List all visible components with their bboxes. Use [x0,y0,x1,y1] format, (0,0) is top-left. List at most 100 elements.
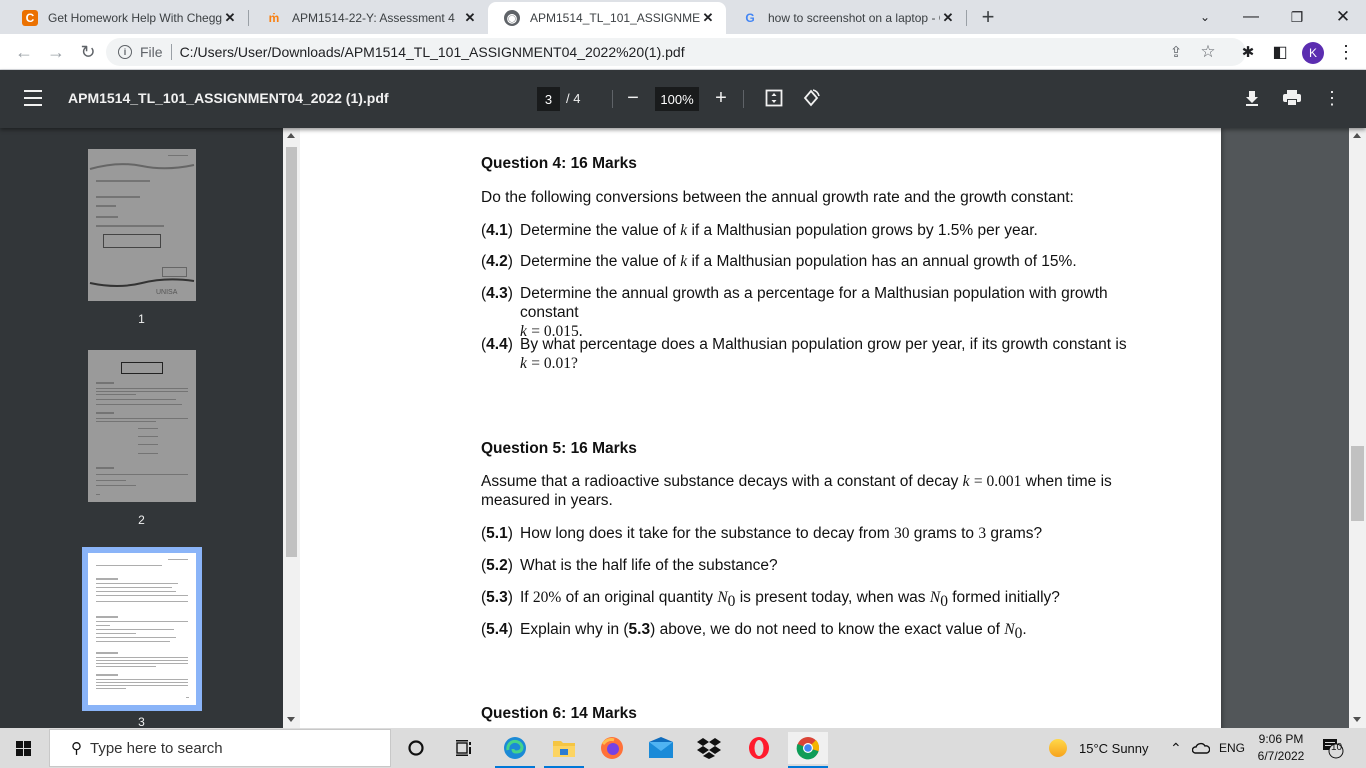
close-tab-icon[interactable]: ✕ [222,10,238,26]
google-icon: G [745,11,755,25]
file-explorer-icon[interactable] [544,732,584,768]
tab-chegg[interactable]: C Get Homework Help With Chegg ✕ [6,2,248,34]
forward-button[interactable]: → [42,38,70,66]
new-tab-button[interactable]: + [976,4,1000,29]
chegg-icon: C [22,10,38,26]
page-number-input[interactable]: 3 [537,87,560,111]
reload-button[interactable]: ↻ [74,38,102,66]
show-hidden-icons-chevron-icon[interactable]: ⌃ [1170,728,1182,768]
browser-menu-icon[interactable]: ⋮ [1332,38,1360,66]
divider [170,44,172,60]
share-icon[interactable]: ⇪ [1162,38,1190,66]
document-scrollbar-thumb[interactable] [1351,446,1364,521]
question-item-5-2: (5.2) What is the half life of the subst… [481,557,778,574]
tab-title: APM1514-22-Y: Assessment 4 [292,11,455,25]
question-item-5-1: (5.1) How long does it take for the subs… [481,525,1043,542]
pdf-toolbar: APM1514_TL_101_ASSIGNMENT04_2022 (1).pdf… [0,70,1366,128]
more-actions-icon[interactable]: ⋮ [1320,86,1344,110]
task-view-icon[interactable] [444,732,484,764]
address-bar[interactable]: i File C:/Users/User/Downloads/APM1514_T… [106,38,1246,66]
print-icon[interactable] [1280,86,1304,110]
page-thumbnail-1[interactable]: UNISA [88,149,196,301]
close-tab-icon[interactable]: ✕ [940,10,956,26]
scheme-label: File [140,44,163,60]
zoom-level-input[interactable]: 100% [655,87,699,111]
scroll-up-arrow-icon[interactable] [1353,133,1361,138]
moodle-icon: ṁ [268,11,280,25]
question-4-intro: Do the following conversions between the… [481,189,1074,206]
system-clock[interactable]: 9:06 PM 6/7/2022 [1250,731,1312,765]
scroll-up-arrow-icon[interactable] [287,133,295,138]
restore-button[interactable]: ❐ [1274,0,1320,34]
windows-taskbar: ⚲ Type here to search 15°C Sunny ⌃ ENG 9… [0,728,1366,768]
divider [743,90,744,108]
browser-toolbar: ← → ↻ i File C:/Users/User/Downloads/APM… [0,34,1366,70]
rotate-icon[interactable] [799,86,823,110]
back-button[interactable]: ← [10,38,38,66]
thumbnail-page-number: 1 [138,312,145,326]
extensions-puzzle-icon[interactable]: ✱ [1234,38,1262,66]
fit-to-page-icon[interactable] [762,86,786,110]
bookmark-star-icon[interactable]: ☆ [1194,38,1222,66]
question-4-heading: Question 4: 16 Marks [481,155,637,172]
tab-assessment[interactable]: ṁ APM1514-22-Y: Assessment 4 ✕ [250,2,488,34]
tab-title: APM1514_TL_101_ASSIGNMENT04_2022 [530,11,700,25]
close-tab-icon[interactable]: ✕ [700,10,716,26]
thumbnail-sidebar: UNISA 1 2 3 [0,128,283,728]
edge-icon[interactable] [495,732,535,768]
weather-widget[interactable]: 15°C Sunny [1048,728,1149,768]
url-text[interactable]: C:/Users/User/Downloads/APM1514_TL_101_A… [180,44,685,60]
minimize-button[interactable]: — [1228,0,1274,34]
divider [612,90,613,108]
weather-text: 15°C Sunny [1079,740,1149,756]
thumbnail-page-number: 3 [138,715,145,728]
question-item-4-3: (4.3) Determine the annual growth as a p… [481,285,1108,340]
onedrive-cloud-icon[interactable] [1192,728,1210,768]
question-item-4-2: (4.2) Determine the value of k if a Malt… [481,253,1077,270]
chrome-icon[interactable] [788,732,828,768]
opera-icon[interactable] [739,732,779,764]
tab-title: how to screenshot on a laptop - Google S… [768,11,940,25]
zoom-out-button[interactable]: − [621,86,645,110]
menu-icon[interactable] [24,90,42,106]
question-5-heading: Question 5: 16 Marks [481,440,637,457]
dropbox-icon[interactable] [689,732,729,764]
clock-time: 9:06 PM [1258,732,1304,746]
language-indicator[interactable]: ENG [1219,728,1245,768]
cortana-icon[interactable] [396,732,436,764]
sidebar-scrollbar-thumb[interactable] [286,147,297,557]
page-thumbnail-3[interactable] [82,547,202,711]
scroll-down-arrow-icon[interactable] [1353,717,1361,722]
tab-google-search[interactable]: G how to screenshot on a laptop - Google… [726,2,966,34]
firefox-icon[interactable] [592,732,632,764]
question-6-heading: Question 6: 14 Marks [481,705,637,722]
tab-search-button[interactable]: ⌄ [1182,0,1228,34]
close-window-button[interactable]: ✕ [1320,0,1366,34]
mail-icon[interactable] [641,732,681,764]
pdf-page-3: Question 4: 16 Marks Do the following co… [300,128,1221,728]
close-tab-icon[interactable]: ✕ [462,10,478,26]
zoom-in-button[interactable]: + [709,86,733,110]
action-center-icon[interactable]: 10 [1322,728,1344,768]
windows-start-icon[interactable] [16,741,31,756]
question-item-5-4: (5.4) Explain why in (5.3) above, we do … [481,621,1027,643]
page-thumbnail-2[interactable] [88,350,196,502]
info-icon[interactable]: i [118,45,132,59]
tab-strip: C Get Homework Help With Chegg ✕ ṁ APM15… [0,0,1366,34]
side-panel-icon[interactable]: ◧ [1266,38,1294,66]
scroll-down-arrow-icon[interactable] [287,717,295,722]
globe-icon: ◉ [504,10,520,26]
question-item-4-4: (4.4) By what percentage does a Malthusi… [481,336,1127,372]
tab-assignment-pdf[interactable]: ◉ APM1514_TL_101_ASSIGNMENT04_2022 ✕ [488,2,726,34]
question-item-5-3: (5.3) If 20% of an original quantity N0 … [481,589,1060,611]
tab-title: Get Homework Help With Chegg [48,11,222,25]
taskbar-search-box[interactable]: ⚲ Type here to search [49,729,391,767]
page-total: / 4 [566,91,581,106]
sidebar-scrollbar[interactable] [283,128,300,728]
document-scrollbar[interactable] [1349,128,1366,728]
download-icon[interactable] [1240,86,1264,110]
tab-divider [966,10,967,26]
thumbnail-page-number: 2 [138,513,145,527]
search-icon: ⚲ [71,740,82,757]
profile-avatar[interactable]: K [1302,42,1324,64]
